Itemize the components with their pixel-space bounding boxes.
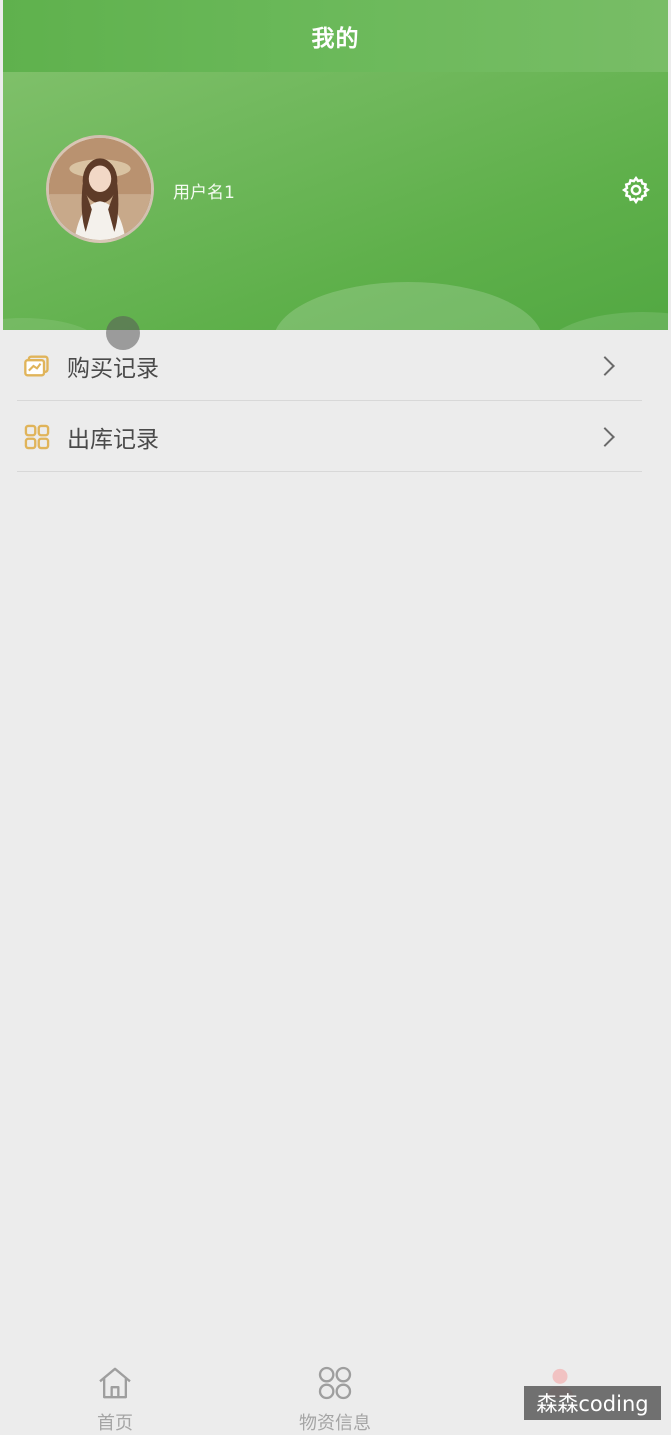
menu-item-outbound-record[interactable]: 出库记录 xyxy=(3,401,668,472)
tab-material-info[interactable]: 物资信息 xyxy=(280,1350,390,1435)
header-wave xyxy=(3,318,103,330)
chevron-right-icon xyxy=(595,355,615,376)
tab-label: 物资信息 xyxy=(299,1413,371,1434)
tab-home[interactable]: 首页 xyxy=(80,1350,150,1435)
watermark: 森森coding xyxy=(524,1386,661,1420)
tab-label: 首页 xyxy=(97,1413,133,1434)
menu-item-label: 购买记录 xyxy=(67,355,159,382)
profile-header: 我的 用户名1 xyxy=(3,0,668,330)
page-title: 我的 xyxy=(311,26,360,52)
home-icon xyxy=(99,1367,131,1399)
avatar[interactable] xyxy=(46,135,154,243)
menu-item-purchase-record[interactable]: 购买记录 xyxy=(3,330,668,401)
username: 用户名1 xyxy=(173,183,235,203)
outbound-record-icon xyxy=(24,424,50,449)
purchase-record-icon xyxy=(24,355,49,376)
touch-indicator xyxy=(106,316,140,350)
menu-list: 购买记录 出库记录 xyxy=(3,330,668,472)
menu-item-label: 出库记录 xyxy=(67,426,159,453)
gear-icon[interactable] xyxy=(621,175,651,205)
header-wave xyxy=(273,282,543,330)
app-root: 我的 用户名1 购买记录 出库记录 首页 物资信息 森森coding xyxy=(0,0,671,1435)
chevron-right-icon xyxy=(595,426,615,447)
grid-icon xyxy=(318,1366,352,1400)
header-wave xyxy=(543,312,668,330)
navigation-bar: 我的 xyxy=(3,0,668,72)
avatar-photo-icon xyxy=(49,138,151,240)
